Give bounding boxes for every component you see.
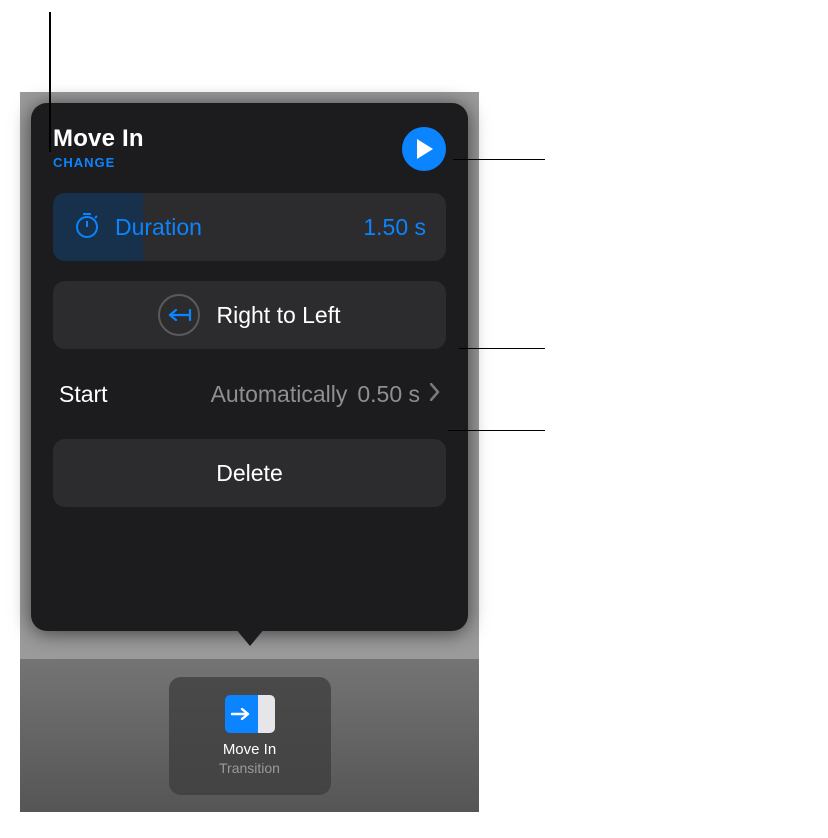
callout-line <box>453 159 545 160</box>
chip-name: Move In <box>223 741 276 758</box>
delete-button[interactable]: Delete <box>53 439 446 507</box>
title-block: Move In CHANGE <box>53 125 144 170</box>
direction-icon <box>158 294 200 336</box>
delete-label: Delete <box>216 460 282 487</box>
editor-canvas: Move In CHANGE Du <box>20 92 479 812</box>
start-value-control[interactable]: Automatically 0.50 s <box>211 381 440 408</box>
move-in-icon <box>225 695 275 733</box>
timer-icon <box>73 211 101 244</box>
preview-play-button[interactable] <box>402 127 446 171</box>
chevron-right-icon <box>430 383 440 406</box>
callout-line <box>459 348 545 349</box>
start-mode: Automatically <box>211 381 348 408</box>
callout-line <box>49 12 50 13</box>
popover-header: Move In CHANGE <box>53 125 446 171</box>
direction-row[interactable]: Right to Left <box>53 281 446 349</box>
duration-slider-row[interactable]: Duration 1.50 s <box>53 193 446 261</box>
direction-label: Right to Left <box>216 302 340 329</box>
change-transition-link[interactable]: CHANGE <box>53 155 144 170</box>
transition-settings-popover: Move In CHANGE Du <box>31 103 468 631</box>
start-label: Start <box>59 381 108 408</box>
duration-value: 1.50 s <box>363 214 426 241</box>
start-row[interactable]: Start Automatically 0.50 s <box>53 369 446 419</box>
start-delay: 0.50 s <box>357 381 420 408</box>
transition-chip[interactable]: Move In Transition <box>169 677 331 795</box>
callout-line <box>448 430 545 431</box>
popover-arrow <box>235 628 265 646</box>
transition-name: Move In <box>53 125 144 153</box>
chip-subtitle: Transition <box>219 760 280 776</box>
duration-label: Duration <box>115 214 202 241</box>
slide-thumbnail-strip: Move In Transition <box>20 659 479 812</box>
play-icon <box>417 139 435 159</box>
